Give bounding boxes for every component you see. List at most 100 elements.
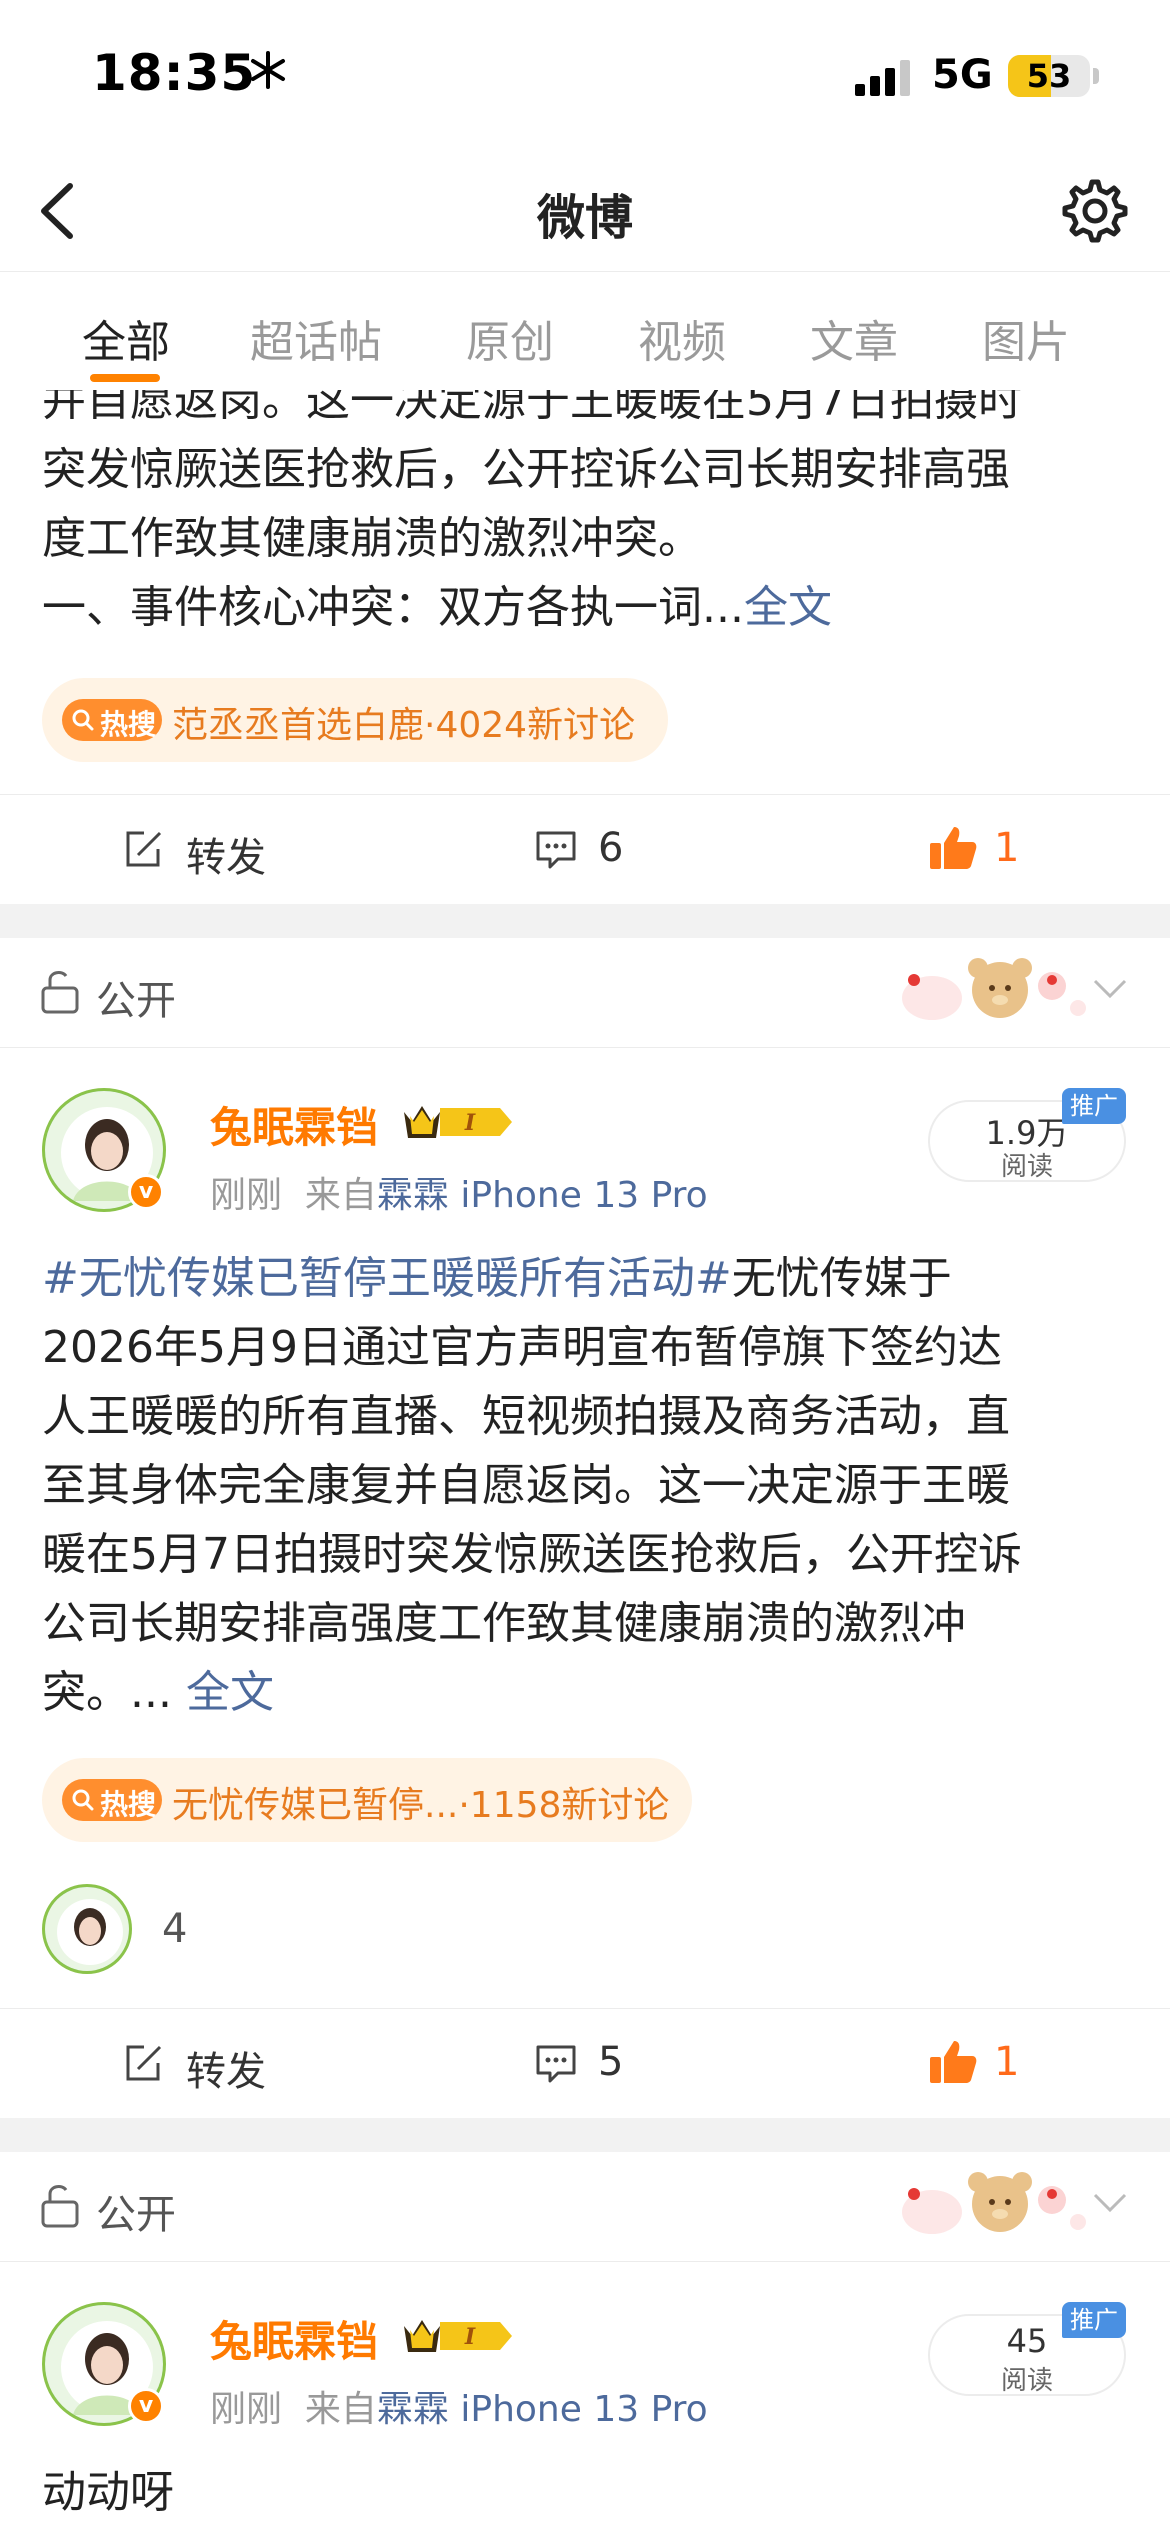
like-button[interactable]: 1: [928, 2039, 1038, 2089]
hashtag-link[interactable]: #无忧传媒已暂停王暖暖所有活动#: [42, 1253, 732, 1304]
tab-video[interactable]: 视频: [638, 306, 726, 370]
like-count: 1: [994, 825, 1020, 871]
page-title: 微博: [536, 190, 633, 246]
status-bar: 18:35 5G 53: [0, 0, 1170, 150]
post-text-line: 一、事件核心冲突：双方各执一词...: [42, 582, 744, 633]
member-level: I: [464, 2324, 476, 2350]
post-text-line: 突。...: [42, 1667, 172, 1718]
post-actions: 转发 5 1: [0, 2008, 1170, 2118]
liker-count[interactable]: 4: [162, 1906, 187, 1952]
visibility-label: 公开: [96, 2192, 176, 2238]
post-text-line: 暖在5月7日拍摄时突发惊厥送医抢救后，公开控诉: [42, 1529, 1022, 1580]
post-meta: 刚刚 来自霖霖 iPhone 13 Pro: [210, 2380, 708, 2432]
signal-icon: [855, 60, 910, 96]
network-type: 5G: [932, 52, 993, 98]
post-text-line: 公司长期安排高强度工作致其健康崩溃的激烈冲: [42, 1598, 966, 1649]
post-text-line: 突发惊厥送医抢救后，公开控诉公司长期安排高强: [42, 444, 1010, 495]
comment-button[interactable]: 5: [534, 2039, 664, 2089]
hot-topic-name: 无忧传媒已暂停...: [172, 1785, 459, 1826]
lock-open-icon: [41, 2185, 79, 2228]
battery-level: 53: [1026, 57, 1072, 95]
hot-topic-bar[interactable]: 热搜 范丞丞首选白鹿·4024新讨论: [42, 678, 668, 762]
hot-topic-text: 无忧传媒已暂停...·1158新讨论: [172, 1776, 669, 1828]
visibility-label: 公开: [96, 978, 176, 1024]
username[interactable]: 兔眠霖铛: [210, 1094, 378, 1155]
feed-separator: [0, 2118, 1170, 2152]
liker-avatar-image: [45, 1887, 129, 1971]
member-level-badge: I: [404, 1106, 512, 1138]
like-icon: [930, 827, 977, 869]
tab-active-indicator: [90, 374, 160, 382]
post-actions: 转发 6 1: [0, 794, 1170, 904]
post-text: 并自愿返岗。这一决定源于王暖暖在5月7日拍摄时 突发惊厥送医抢救后，公开控诉公司…: [42, 366, 1132, 642]
lock-open-icon: [41, 971, 79, 1014]
tab-article[interactable]: 文章: [810, 306, 898, 370]
post-time: 刚刚: [210, 1175, 283, 1216]
snowflake-icon: [251, 51, 285, 89]
member-level-badge: I: [404, 2320, 512, 2352]
like-icon: [930, 2041, 977, 2083]
gear-icon[interactable]: [1060, 176, 1130, 246]
post-text-line: 人王暖暖的所有直播、短视频拍摄及商务活动，直: [42, 1391, 1010, 1442]
source-prefix: 来自: [304, 2389, 377, 2430]
chevron-down-icon[interactable]: [1092, 2192, 1128, 2214]
repost-label: 转发: [186, 835, 266, 881]
hot-search-badge: 热搜: [62, 1779, 162, 1821]
read-more-link[interactable]: 全文: [186, 1667, 274, 1718]
status-time: 18:35: [92, 44, 257, 102]
post-visibility-row: 公开: [0, 2152, 1170, 2262]
repost-button[interactable]: 转发: [122, 825, 282, 881]
bear-sticker-decoration: [902, 2172, 1086, 2234]
reads-label: 阅读: [1000, 1152, 1053, 1182]
hot-badge-label: 热搜: [100, 1788, 157, 1821]
reads-label: 阅读: [1000, 2366, 1053, 2396]
tab-super-topic[interactable]: 超话帖: [250, 306, 382, 370]
repost-icon: [126, 2045, 162, 2081]
post-time: 刚刚: [210, 2389, 283, 2430]
device-link[interactable]: 霖霖 iPhone 13 Pro: [377, 2389, 708, 2430]
verified-badge: v: [128, 1174, 164, 1210]
comment-icon: [536, 2045, 576, 2083]
source-prefix: 来自: [304, 1175, 377, 1216]
battery-icon: 53: [1008, 55, 1090, 97]
tab-image[interactable]: 图片: [982, 306, 1070, 370]
promote-badge[interactable]: 推广: [1062, 2302, 1126, 2338]
filter-tabs: 全部 超话帖 原创 视频 文章 图片: [0, 272, 1170, 390]
search-icon: [72, 1789, 94, 1811]
like-count: 1: [994, 2039, 1020, 2085]
post-text: 动动呀: [42, 2458, 1132, 2527]
hot-topic-text: 范丞丞首选白鹿·4024新讨论: [172, 696, 635, 748]
hot-topic-count: ·1158新讨论: [458, 1785, 670, 1826]
username[interactable]: 兔眠霖铛: [210, 2308, 378, 2369]
post-text-line: 无忧传媒于: [731, 1253, 952, 1304]
post-text-line: 度工作致其健康崩溃的激烈冲突。: [42, 513, 702, 564]
repost-icon: [126, 831, 162, 867]
liker-avatar[interactable]: [42, 1884, 132, 1974]
comment-count: 5: [598, 2039, 624, 2085]
post-text-line: 至其身体完全康复并自愿返岗。这一决定源于王暖: [42, 1460, 1010, 1511]
nav-bar: 微博: [0, 150, 1170, 272]
comment-icon: [536, 831, 576, 869]
chevron-down-icon[interactable]: [1092, 978, 1128, 1000]
battery-tip: [1093, 68, 1099, 84]
search-icon: [72, 709, 94, 731]
hot-topic-name: 范丞丞首选白鹿: [172, 705, 425, 746]
like-button[interactable]: 1: [928, 825, 1038, 875]
tab-original[interactable]: 原创: [466, 306, 554, 370]
read-more-link[interactable]: 全文: [744, 582, 832, 633]
post-text-line: 动动呀: [42, 2467, 174, 2518]
repost-button[interactable]: 转发: [122, 2039, 282, 2095]
device-link[interactable]: 霖霖 iPhone 13 Pro: [377, 1175, 708, 1216]
promote-badge[interactable]: 推广: [1062, 1088, 1126, 1124]
repost-label: 转发: [186, 2049, 266, 2095]
post-text-line: 2026年5月9日通过官方声明宣布暂停旗下签约达: [42, 1322, 1002, 1373]
hot-search-badge: 热搜: [62, 699, 162, 741]
member-level: I: [464, 1110, 476, 1136]
hot-topic-bar[interactable]: 热搜 无忧传媒已暂停...·1158新讨论: [42, 1758, 692, 1842]
post-visibility-row: 公开: [0, 938, 1170, 1048]
post-text: #无忧传媒已暂停王暖暖所有活动#无忧传媒于 2026年5月9日通过官方声明宣布暂…: [42, 1244, 1132, 1727]
verified-badge: v: [128, 2388, 164, 2424]
tab-all[interactable]: 全部: [82, 306, 170, 370]
comment-button[interactable]: 6: [534, 825, 664, 875]
hot-badge-label: 热搜: [100, 708, 157, 741]
